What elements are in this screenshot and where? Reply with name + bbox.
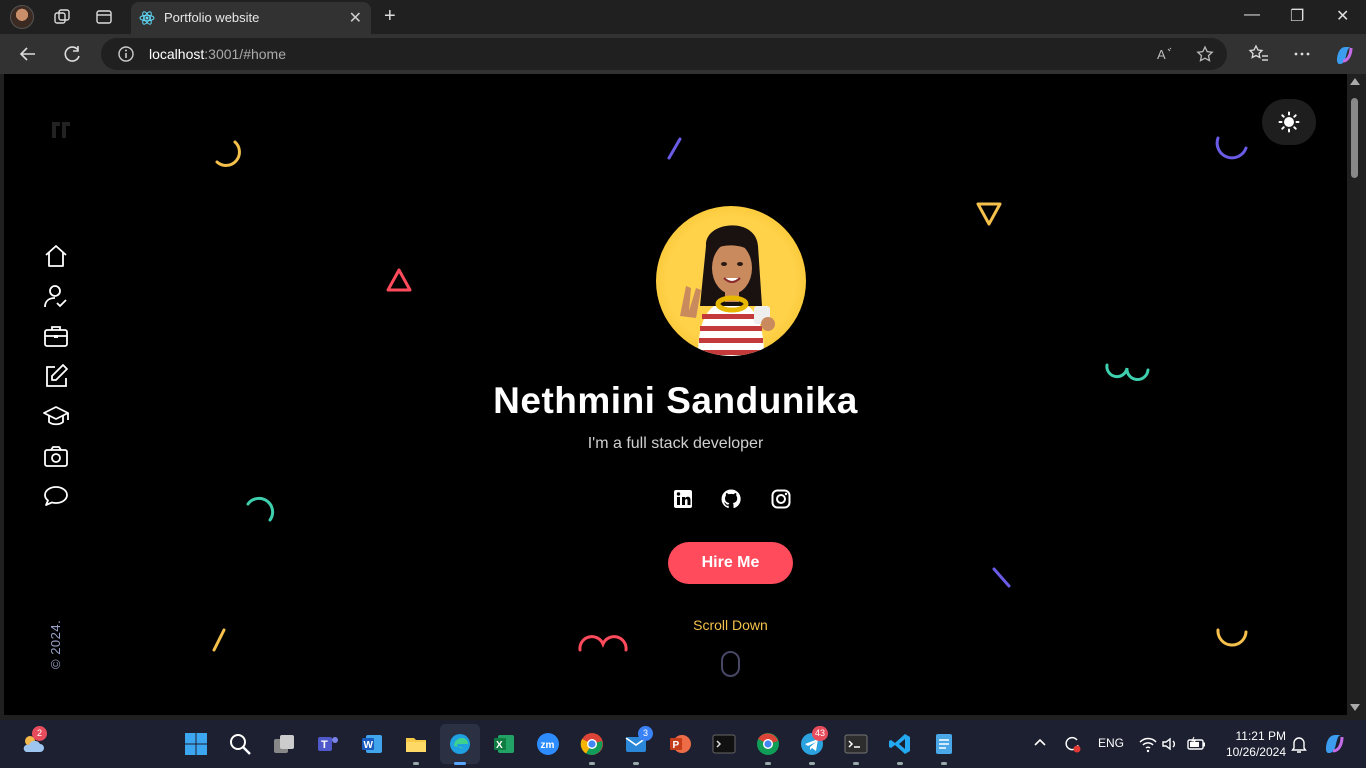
workspaces-icon[interactable] <box>53 8 71 26</box>
show-hidden-icons-chevron-icon[interactable] <box>1032 734 1048 750</box>
copilot-icon[interactable] <box>1333 43 1355 65</box>
system-clock[interactable]: 11:21 PM 10/26/2024 <box>1216 728 1286 760</box>
excel-icon[interactable]: X <box>492 732 516 756</box>
notepad-icon[interactable] <box>932 732 956 756</box>
svg-text:P: P <box>673 740 680 751</box>
browser-tab-bar: Portfolio website ✕ + — ❐ ✕ <box>0 0 1366 34</box>
mail-running-indicator <box>633 762 639 765</box>
vscode-icon[interactable] <box>888 732 912 756</box>
minimize-button[interactable]: — <box>1244 6 1260 24</box>
weather-badge: 2 <box>32 726 47 741</box>
yellow-arc-decoration <box>215 140 241 167</box>
yellow-triangle-decoration <box>976 202 1002 226</box>
mail-badge: 3 <box>638 726 653 741</box>
briefcase-icon[interactable] <box>42 322 70 350</box>
language-indicator[interactable]: ENG <box>1098 736 1124 750</box>
restore-button[interactable]: ❐ <box>1290 6 1304 26</box>
home-icon[interactable] <box>42 242 70 270</box>
purple-line-decoration-2 <box>992 567 1011 588</box>
favorites-icon[interactable] <box>1248 43 1270 65</box>
edge-running-indicator <box>454 762 466 765</box>
red-triangle-decoration <box>386 268 412 292</box>
profile-avatar-image <box>656 206 806 356</box>
tab-title: Portfolio website <box>164 10 260 25</box>
task-view-icon[interactable] <box>272 732 296 756</box>
chat-icon[interactable] <box>42 482 70 510</box>
scroll-down-arrow-icon[interactable] <box>1350 704 1360 711</box>
site-logo-icon[interactable] <box>50 120 72 140</box>
chrome-icon[interactable] <box>580 732 604 756</box>
clock-date: 10/26/2024 <box>1225 745 1286 759</box>
hero-name: Nethmini Sandunika <box>493 380 858 421</box>
windows-taskbar: 2 T W X zm 3 P 43 ENG 11:21 PM 10/26/202… <box>0 720 1366 768</box>
purple-line-decoration <box>667 137 682 160</box>
svg-text:X: X <box>496 740 503 751</box>
page-scrollbar[interactable] <box>1347 74 1362 715</box>
new-tab-button[interactable]: + <box>384 5 396 28</box>
edge-icon[interactable] <box>448 732 472 756</box>
search-icon[interactable] <box>228 732 252 756</box>
instagram-icon[interactable] <box>770 488 792 510</box>
terminal-running-indicator <box>853 762 859 765</box>
hire-me-button[interactable]: Hire Me <box>668 542 793 584</box>
github-icon[interactable] <box>720 488 742 510</box>
word-icon[interactable]: W <box>360 732 384 756</box>
refresh-icon[interactable] <box>61 43 83 65</box>
close-window-button[interactable]: ✕ <box>1336 6 1349 26</box>
more-options-icon[interactable] <box>1291 43 1313 65</box>
svg-text:W: W <box>364 740 374 751</box>
about-user-icon[interactable] <box>42 282 70 310</box>
chrome-profile-icon[interactable] <box>756 732 780 756</box>
linkedin-icon[interactable] <box>672 488 694 510</box>
powerpoint-icon[interactable]: P <box>668 732 692 756</box>
notification-bell-icon[interactable] <box>1290 734 1308 754</box>
scrollbar-thumb[interactable] <box>1351 98 1358 178</box>
zoom-icon[interactable]: zm <box>536 732 560 756</box>
svg-text:T: T <box>321 739 328 751</box>
sync-icon[interactable] <box>1062 734 1082 754</box>
teams-icon[interactable]: T <box>316 732 340 756</box>
address-bar[interactable]: localhost:3001/#home A <box>101 38 1227 70</box>
volume-icon[interactable] <box>1160 734 1180 754</box>
teal-arc-decoration <box>246 496 275 522</box>
theme-toggle-button[interactable] <box>1262 99 1316 145</box>
tab-actions-icon[interactable] <box>95 8 113 26</box>
clock-time: 11:21 PM <box>1235 729 1286 743</box>
tab-portfolio[interactable]: Portfolio website ✕ <box>131 2 371 34</box>
react-icon <box>139 11 155 25</box>
site-info-icon[interactable] <box>117 45 135 63</box>
chrome-profile-running-indicator <box>765 762 771 765</box>
explorer-running-indicator <box>413 762 419 765</box>
file-explorer-icon[interactable] <box>404 732 428 756</box>
portfolio-page: © 2024. Nethmini Sandunika I'm a full st… <box>4 74 1347 715</box>
browser-nav-bar: localhost:3001/#home A <box>0 34 1366 74</box>
svg-text:A: A <box>1157 47 1166 62</box>
favorite-star-icon[interactable] <box>1196 45 1214 63</box>
chrome-running-indicator <box>589 762 595 765</box>
close-tab-icon[interactable]: ✕ <box>349 8 362 28</box>
red-wave-decoration <box>578 635 628 652</box>
telegram-running-indicator <box>809 762 815 765</box>
battery-icon[interactable] <box>1185 734 1207 754</box>
wifi-icon[interactable] <box>1138 734 1158 754</box>
back-icon[interactable] <box>17 43 39 65</box>
copilot-taskbar-icon[interactable] <box>1322 731 1346 755</box>
scroll-mouse-icon[interactable] <box>721 651 740 677</box>
terminal-icon[interactable] <box>712 732 736 756</box>
telegram-badge: 43 <box>812 726 829 741</box>
svg-text:zm: zm <box>541 740 555 751</box>
scroll-up-arrow-icon[interactable] <box>1350 78 1360 85</box>
notepad-running-indicator <box>941 762 947 765</box>
windows-start-icon[interactable] <box>184 732 208 756</box>
sun-icon <box>1278 111 1300 133</box>
hero-role: I'm a full stack developer <box>587 435 764 452</box>
read-aloud-icon[interactable]: A <box>1156 45 1174 63</box>
profile-avatar[interactable] <box>10 5 34 29</box>
windows-terminal-icon[interactable] <box>844 732 868 756</box>
scroll-down-link[interactable]: Scroll Down <box>4 617 1347 633</box>
url-text[interactable]: localhost:3001/#home <box>149 46 286 62</box>
purple-arc-decoration <box>1215 136 1248 160</box>
vscode-running-indicator <box>897 762 903 765</box>
